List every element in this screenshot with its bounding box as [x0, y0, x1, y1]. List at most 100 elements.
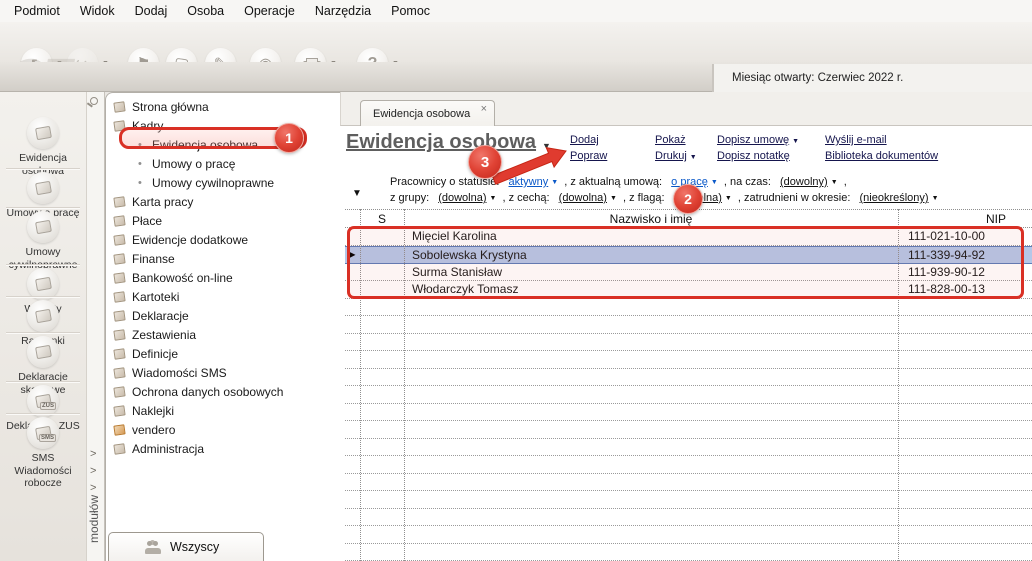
tree-label: Wiadomości SMS [132, 365, 227, 380]
sidebar-item-sms-wiadomosci-robocze[interactable]: SMS SMS Wiadomości robocze [0, 417, 86, 490]
reports-icon [113, 328, 126, 341]
menu-bar: Podmiot Widok Dodaj Osoba Operacje Narzę… [0, 0, 1032, 22]
header-name[interactable]: Nazwisko i imię [404, 212, 898, 226]
tree-item-karta-pracy[interactable]: Karta pracy [105, 192, 340, 211]
tab-wszyscy[interactable]: Wszyscy [108, 532, 264, 561]
dopisz-notatke-link[interactable]: Dopisz notatkę [717, 150, 790, 162]
sidebar-item-label: SMS Wiadomości robocze [14, 452, 72, 490]
dopisz-umowe-link[interactable]: Dopisz umowę ▼ [717, 134, 799, 146]
empty-rows [345, 299, 1032, 561]
separator [6, 207, 80, 208]
empty-table-row [345, 509, 1032, 526]
expand-chevron-icon[interactable]: > [90, 465, 96, 477]
bullet-icon [138, 177, 148, 189]
tree-item-naklejki[interactable]: Naklejki [105, 401, 340, 420]
filter-text: , z cechą: [502, 192, 550, 204]
tree-item-strona-glowna[interactable]: Strona główna [105, 97, 340, 116]
filter-line-2: z grupy: (dowolna) , z cechą: (dowolna) … [390, 192, 942, 204]
empty-table-row [345, 404, 1032, 421]
tree-item-administracja[interactable]: Administracja [105, 439, 340, 458]
open-month-text: Miesiąc otwarty: Czerwiec 2022 r. [732, 72, 904, 84]
tree-item-umowy-cywilnoprawne[interactable]: Umowy cywilnoprawne [105, 173, 340, 192]
modules-strip-label: modułów [87, 495, 101, 544]
dodaj-link[interactable]: Dodaj [570, 134, 599, 146]
popraw-link[interactable]: Popraw [570, 150, 607, 162]
tree-label: Umowy cywilnoprawne [152, 175, 275, 190]
tree-item-bankowosc-online[interactable]: Bankowość on-line [105, 268, 340, 287]
menu-podmiot[interactable]: Podmiot [4, 2, 70, 20]
tree-label: Kartoteki [132, 289, 180, 304]
tree-item-place[interactable]: Płace [105, 211, 340, 230]
menu-osoba[interactable]: Osoba [177, 2, 234, 20]
expand-chevron-icon[interactable]: > [90, 448, 96, 460]
dopisz-umowe-label: Dopisz umowę [717, 134, 790, 146]
zus-badge: ZUS [40, 402, 56, 410]
tree-label: Płace [132, 213, 163, 228]
filter-grupa-link[interactable]: (dowolna) [438, 192, 496, 204]
tree-item-kartoteki[interactable]: Kartoteki [105, 287, 340, 306]
empty-table-row [345, 334, 1032, 351]
biblioteka-dokumentow-link[interactable]: Biblioteka dokumentów [825, 150, 938, 162]
tree-item-vendero[interactable]: vendero [105, 420, 340, 439]
sms-drafts-icon: SMS [27, 417, 59, 449]
menu-widok[interactable]: Widok [70, 2, 125, 20]
filter-status-link[interactable]: aktywny [509, 176, 559, 188]
tree-label: Zestawienia [132, 327, 197, 342]
data-protection-icon [113, 385, 126, 398]
empty-table-row [345, 386, 1032, 404]
header-nip[interactable]: NIP [898, 212, 1032, 226]
tree-item-deklaracje[interactable]: Deklaracje [105, 306, 340, 325]
title-dropdown-caret-icon[interactable]: ▼ [542, 141, 551, 151]
pokaz-link[interactable]: Pokaż [655, 134, 686, 146]
menu-pomoc[interactable]: Pomoc [381, 2, 440, 20]
filter-na-czas-link[interactable]: (dowolny) [780, 176, 838, 188]
doc-shape [34, 344, 52, 360]
separator [6, 413, 80, 414]
banking-icon [113, 271, 126, 284]
empty-table-row [345, 456, 1032, 474]
header-s[interactable]: S [360, 212, 404, 226]
tree-item-finanse[interactable]: Finanse [105, 249, 340, 268]
drukuj-link[interactable]: Drukuj ▼ [655, 150, 697, 162]
tab-wszyscy-label: Wszyscy [170, 540, 220, 554]
page-title[interactable]: Ewidencja osobowa [346, 131, 536, 154]
doc-shape [34, 219, 52, 235]
dropdown-caret-icon: ▼ [792, 138, 800, 145]
tree-item-wiadomosci-sms[interactable]: Wiadomości SMS [105, 363, 340, 382]
filter-text: z grupy: [390, 192, 430, 204]
tree-item-ewidencje-dodatkowe[interactable]: Ewidencje dodatkowe [105, 230, 340, 249]
wyslij-email-link[interactable]: Wyślij e-mail [825, 134, 887, 146]
tree-item-definicje[interactable]: Definicje [105, 344, 340, 363]
tree-label: Deklaracje [132, 308, 189, 323]
tree-item-zestawienia[interactable]: Zestawienia [105, 325, 340, 344]
tax-declarations-icon [27, 336, 59, 368]
bills-icon [27, 300, 59, 332]
tree-label: Definicje [132, 346, 179, 361]
tree-label: Finanse [132, 251, 175, 266]
document-tab-ewidencja-osobowa[interactable]: Ewidencja osobowa × [360, 100, 495, 126]
home-icon [113, 100, 126, 113]
filter-okres-link[interactable]: (nieokreślony) [859, 192, 938, 204]
declarations-icon [113, 309, 126, 322]
worksheet-icon [113, 195, 126, 208]
card-index-icon [113, 290, 126, 303]
civil-contract-icon [27, 211, 59, 243]
tree-item-ochrona-danych[interactable]: Ochrona danych osobowych [105, 382, 340, 401]
pin-icon[interactable] [90, 97, 98, 105]
filter-text: , z flagą: [622, 192, 665, 204]
menu-operacje[interactable]: Operacje [234, 2, 305, 20]
tree-item-umowy-o-prace[interactable]: Umowy o pracę [105, 154, 340, 173]
expand-chevron-icon[interactable]: > [90, 482, 96, 494]
menu-narzedzia[interactable]: Narzędzia [305, 2, 381, 20]
menu-dodaj[interactable]: Dodaj [125, 2, 178, 20]
separator [6, 264, 80, 265]
tree-label: Strona główna [132, 99, 209, 114]
filter-cecha-link[interactable]: (dowolna) [559, 192, 617, 204]
sidebar-item-umowy-cywilnoprawne[interactable]: Umowy cywilnoprawne [0, 211, 86, 271]
people-group-icon [145, 540, 163, 554]
close-icon[interactable]: × [481, 103, 487, 115]
filter-dropdown-caret-icon[interactable]: ▼ [352, 188, 362, 199]
empty-table-row [345, 526, 1032, 544]
annotation-highlight-table-rows [347, 226, 1024, 299]
bullet-icon [138, 158, 148, 170]
